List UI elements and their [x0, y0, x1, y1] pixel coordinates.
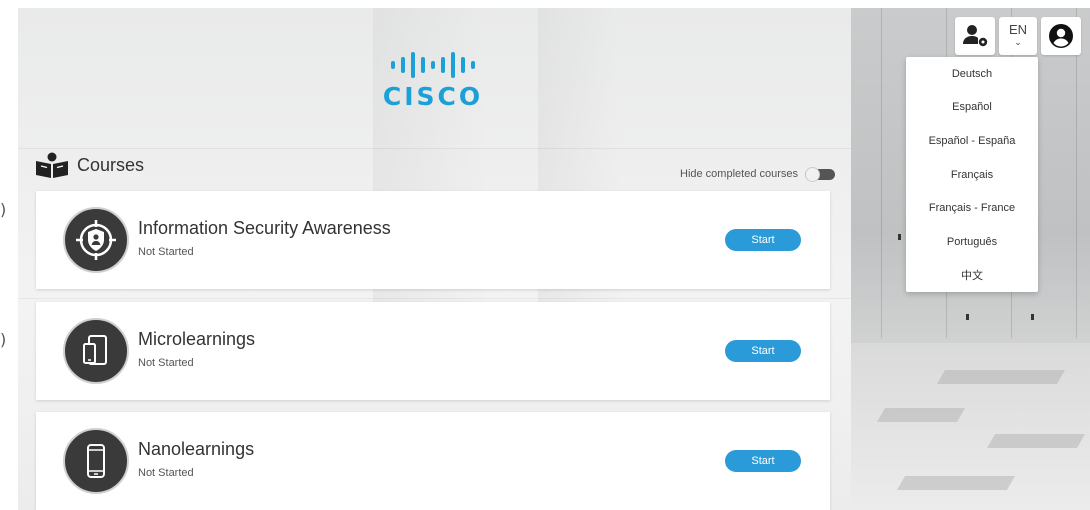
course-title: Microlearnings	[138, 329, 256, 349]
edge-glyph: )	[0, 330, 7, 349]
course-title: Information Security Awareness	[138, 218, 391, 238]
account-button[interactable]	[1041, 17, 1081, 55]
account-circle-icon	[1049, 24, 1073, 48]
smartphone-icon	[87, 444, 105, 478]
course-badge	[63, 318, 129, 384]
cisco-logo: CISCO	[373, 50, 493, 118]
language-menu: Deutsch Español Español - España Françai…	[906, 57, 1038, 292]
shield-user-target-icon	[76, 220, 116, 260]
admin-settings-button[interactable]	[955, 17, 995, 55]
language-option[interactable]: Português	[906, 225, 1038, 259]
left-edge-strip: ) )	[0, 0, 18, 510]
course-badge	[63, 207, 129, 273]
cisco-bars-icon	[373, 50, 493, 80]
courses-header: Courses	[35, 152, 144, 178]
language-option[interactable]: Deutsch	[906, 57, 1038, 91]
hide-completed-label: Hide completed courses	[680, 168, 799, 180]
course-status: Not Started	[138, 246, 194, 258]
courses-title: Courses	[77, 154, 145, 175]
book-reader-icon	[36, 152, 68, 178]
hide-completed-toggle[interactable]	[805, 166, 836, 182]
language-code: EN	[1008, 22, 1028, 37]
edge-glyph: )	[0, 200, 7, 219]
language-option[interactable]: Français	[906, 158, 1038, 192]
course-title: Nanolearnings	[138, 439, 255, 459]
start-course-button[interactable]: Start	[725, 229, 801, 251]
course-badge	[63, 428, 129, 494]
course-card: Information Security Awareness Not Start…	[36, 191, 830, 289]
user-settings-icon	[963, 25, 988, 47]
course-card: Microlearnings Not Started Start	[36, 302, 830, 400]
language-option[interactable]: Español - España	[906, 124, 1038, 158]
language-selector-button[interactable]: EN ⌄	[999, 17, 1037, 55]
language-option[interactable]: 中文	[906, 259, 1038, 293]
chevron-down-icon: ⌄	[1014, 37, 1022, 47]
tablet-phone-icon	[83, 335, 107, 365]
cisco-wordmark: CISCO	[382, 82, 484, 111]
hide-completed-control: Hide completed courses	[680, 166, 836, 182]
start-course-button[interactable]: Start	[725, 340, 801, 362]
language-option[interactable]: Español	[906, 91, 1038, 125]
course-card: Nanolearnings Not Started Start	[36, 412, 830, 510]
start-course-button[interactable]: Start	[725, 450, 801, 472]
language-option[interactable]: Français - France	[906, 191, 1038, 225]
course-status: Not Started	[138, 467, 194, 479]
course-status: Not Started	[138, 357, 194, 369]
